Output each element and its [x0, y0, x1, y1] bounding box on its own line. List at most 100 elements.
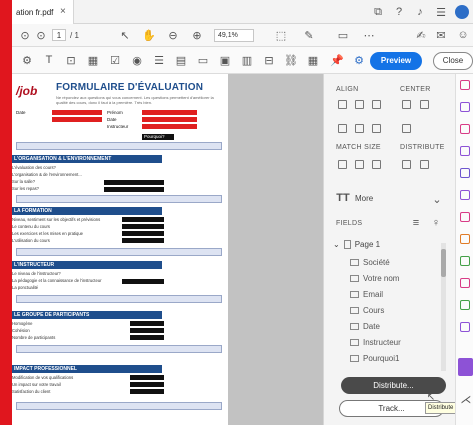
- rating-field[interactable]: [130, 321, 164, 326]
- form-field-nom[interactable]: [142, 110, 197, 115]
- field-item[interactable]: Email: [350, 288, 383, 300]
- rating-field[interactable]: [130, 328, 164, 333]
- rating-field[interactable]: [122, 217, 164, 222]
- match-height-icon[interactable]: [355, 160, 364, 169]
- radio-icon[interactable]: ◉: [130, 53, 144, 67]
- align-right-icon[interactable]: [355, 100, 364, 109]
- rating-field[interactable]: [104, 187, 164, 192]
- signature-field-icon[interactable]: ⊟: [262, 53, 276, 67]
- align-center-icon[interactable]: [372, 124, 381, 133]
- expand-chevron-icon[interactable]: ⌄: [333, 240, 340, 249]
- center-both-icon[interactable]: [402, 124, 411, 133]
- share-icon[interactable]: ⧉: [371, 5, 385, 19]
- rating-field[interactable]: [122, 279, 164, 284]
- tab-order-icon[interactable]: ♀: [429, 216, 443, 230]
- scrollbar-thumb[interactable]: [441, 249, 446, 277]
- comment-box[interactable]: [16, 248, 222, 256]
- more-tools-rail-icon[interactable]: ⋌: [459, 392, 473, 406]
- protect-icon[interactable]: [460, 234, 470, 244]
- scan-icon[interactable]: [460, 322, 470, 332]
- align-middle-icon[interactable]: [355, 124, 364, 133]
- field-item[interactable]: Date: [350, 320, 380, 332]
- align-top-icon[interactable]: [372, 100, 381, 109]
- field-tool-icon[interactable]: ⚙: [20, 53, 34, 67]
- link-icon[interactable]: ⛓: [284, 53, 298, 67]
- close-tab-icon[interactable]: ×: [60, 6, 66, 17]
- comment-tool-icon[interactable]: [460, 146, 470, 156]
- notification-icon[interactable]: ♪: [413, 5, 427, 19]
- image-field-icon[interactable]: ▣: [218, 53, 232, 67]
- combine-icon[interactable]: [460, 168, 470, 178]
- rating-field[interactable]: [122, 224, 164, 229]
- hand-tool-icon[interactable]: ✋: [142, 28, 156, 42]
- dropdown-icon[interactable]: ▤: [174, 53, 188, 67]
- rating-field[interactable]: [130, 389, 164, 394]
- pin-icon[interactable]: 📌: [330, 53, 344, 67]
- distribute-horizontal-icon[interactable]: [402, 160, 411, 169]
- rating-field[interactable]: [130, 382, 164, 387]
- field-item[interactable]: Pourquoi1: [350, 352, 399, 364]
- comment-box[interactable]: [16, 345, 222, 353]
- menu-icon[interactable]: ☰: [434, 5, 448, 19]
- rating-field[interactable]: [122, 231, 164, 236]
- field-item[interactable]: Votre nom: [350, 272, 399, 284]
- prepare-form-icon[interactable]: [458, 358, 473, 376]
- create-pdf-icon[interactable]: [460, 102, 470, 112]
- preview-button[interactable]: Preview: [370, 52, 422, 70]
- list-box-icon[interactable]: ☰: [152, 53, 166, 67]
- comment-box[interactable]: [16, 295, 222, 303]
- field-item[interactable]: Cours: [350, 304, 384, 316]
- rating-field[interactable]: [104, 180, 164, 185]
- center-vertical-icon[interactable]: [420, 100, 429, 109]
- form-field-email[interactable]: [52, 117, 102, 122]
- edit-pen-icon[interactable]: ✎: [302, 28, 316, 42]
- document-tab[interactable]: ation fr.pdf ×: [12, 0, 74, 24]
- zoom-in-icon[interactable]: ⊕: [190, 28, 204, 42]
- redact-icon[interactable]: [460, 212, 470, 222]
- page-layout-icon[interactable]: ⬚: [274, 28, 288, 42]
- rating-field[interactable]: [130, 335, 164, 340]
- close-button[interactable]: Close: [433, 52, 473, 70]
- user-icon[interactable]: ☺: [456, 28, 470, 42]
- more-label[interactable]: More: [355, 194, 373, 203]
- form-field-pourquoi[interactable]: Pourquoi?: [142, 134, 174, 140]
- button-field-icon[interactable]: ▭: [196, 53, 210, 67]
- align-bottom-icon[interactable]: [338, 124, 347, 133]
- comment-icon[interactable]: ▭: [336, 28, 350, 42]
- checkbox-icon[interactable]: ☑: [108, 53, 122, 67]
- field-item[interactable]: Instructeur: [350, 336, 401, 348]
- field-item[interactable]: Société: [350, 256, 390, 268]
- send-icon[interactable]: [460, 300, 470, 310]
- page-up-icon[interactable]: ⊙: [18, 28, 32, 42]
- match-both-icon[interactable]: [372, 160, 381, 169]
- sign-icon[interactable]: ✍: [414, 28, 428, 42]
- help-icon[interactable]: ?: [392, 5, 406, 19]
- fill-sign-icon[interactable]: [460, 278, 470, 288]
- zoom-input[interactable]: 49,1%: [214, 29, 254, 42]
- calculator-icon[interactable]: ▦: [306, 53, 320, 67]
- edit-pdf-icon[interactable]: [460, 124, 470, 134]
- text-box-icon[interactable]: ⊡: [64, 53, 78, 67]
- comment-box[interactable]: [16, 195, 222, 203]
- comment-box[interactable]: [16, 142, 222, 150]
- distribute-vertical-icon[interactable]: [420, 160, 429, 169]
- select-cursor-icon[interactable]: ↖: [118, 28, 132, 42]
- date-field-icon[interactable]: ▦: [86, 53, 100, 67]
- settings-icon[interactable]: ⚙: [352, 53, 366, 67]
- form-field-date[interactable]: [142, 117, 197, 122]
- avatar[interactable]: [455, 5, 469, 19]
- form-field-instructeur[interactable]: [142, 124, 197, 129]
- organize-icon[interactable]: [460, 190, 470, 200]
- fields-scrollbar[interactable]: [441, 243, 446, 371]
- email-icon[interactable]: ✉: [434, 28, 448, 42]
- chevron-down-icon[interactable]: ⌄: [430, 192, 444, 206]
- rating-field[interactable]: [130, 375, 164, 380]
- page-down-icon[interactable]: ⊙: [34, 28, 48, 42]
- zoom-out-icon[interactable]: ⊖: [166, 28, 180, 42]
- more-tools-icon[interactable]: TT: [336, 191, 350, 205]
- sort-icon[interactable]: ≡: [409, 216, 423, 230]
- align-left-icon[interactable]: [338, 100, 347, 109]
- more-icon[interactable]: ⋯: [362, 28, 376, 42]
- comment-box[interactable]: [16, 402, 222, 410]
- export-pdf-icon[interactable]: [460, 80, 470, 90]
